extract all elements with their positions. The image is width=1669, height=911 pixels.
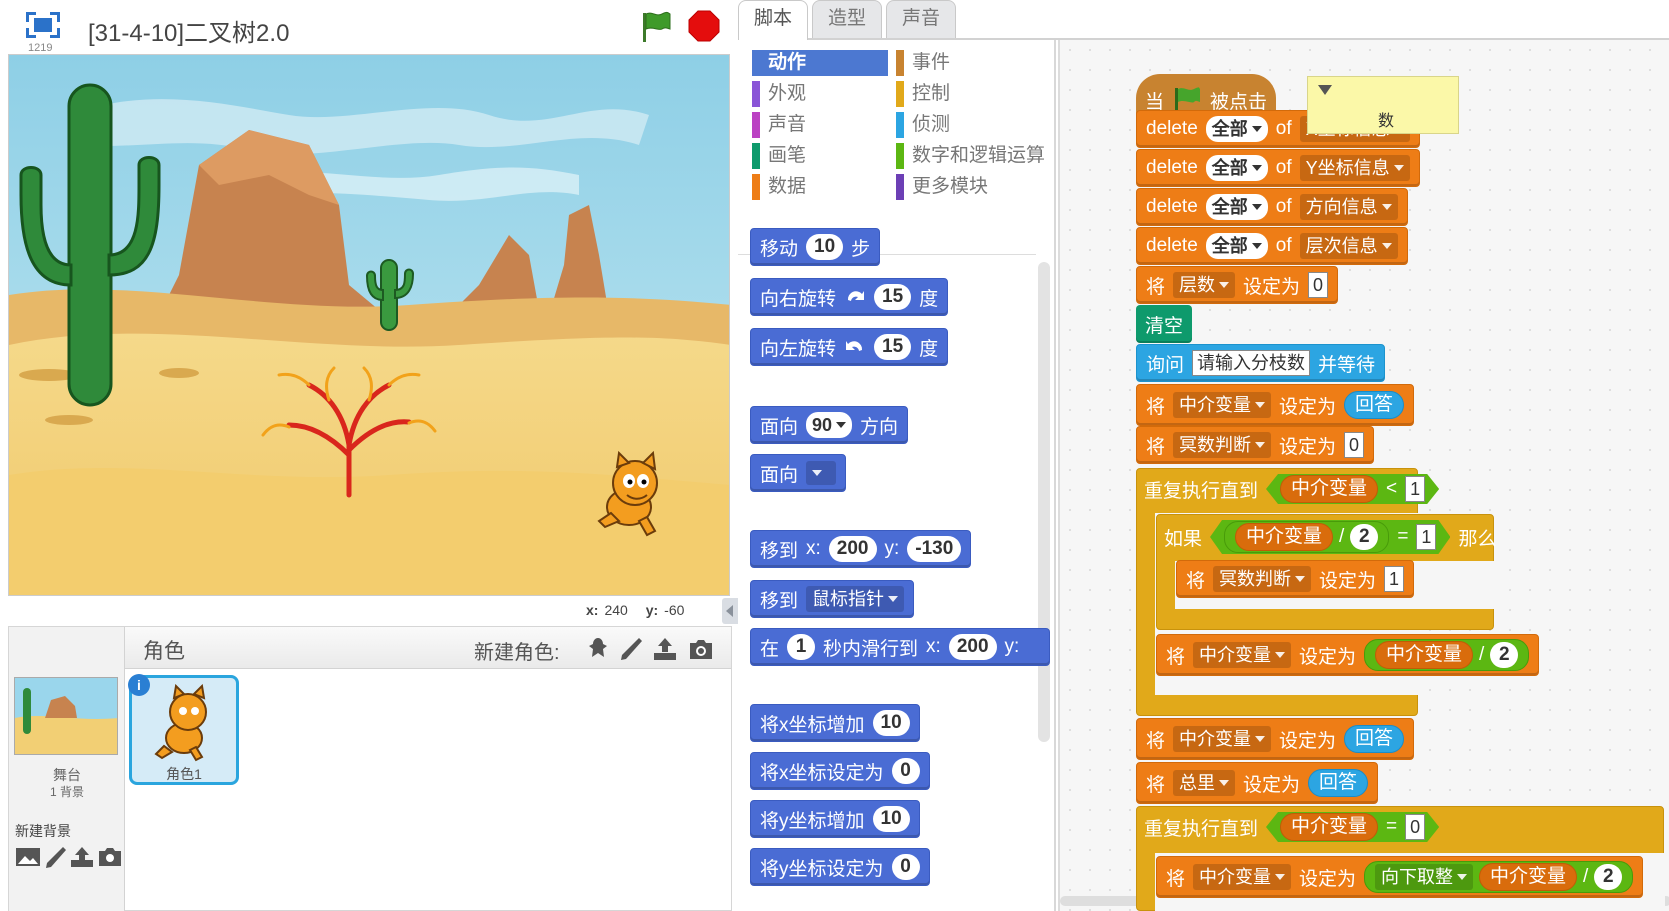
info-icon[interactable]: i (128, 674, 150, 696)
collapse-note-icon[interactable] (1318, 85, 1332, 95)
camera-backdrop-icon[interactable] (97, 845, 123, 869)
project-title[interactable]: [31-4-10]二叉树2.0 (88, 13, 289, 48)
sprites-label: 角色 (143, 640, 185, 663)
category-control[interactable]: 控制 (896, 81, 1046, 107)
block-move-steps[interactable]: 移动 10 步 (750, 228, 881, 266)
upload-icon[interactable] (651, 635, 679, 663)
paint-brush-icon[interactable] (617, 635, 645, 663)
block-set-x[interactable]: 将x坐标设定为 0 (750, 752, 930, 790)
stage-label: 舞台 (53, 767, 81, 783)
palette-scrollbar[interactable] (1038, 262, 1050, 742)
block-set-variable[interactable]: 将中介变量 设定为 中介变量/2 (1156, 634, 1540, 676)
stage-canvas[interactable] (8, 54, 730, 596)
choose-sprite-icon[interactable] (584, 635, 612, 663)
category-pen[interactable]: 画笔 (752, 143, 888, 169)
collapse-arrow-icon[interactable] (722, 598, 738, 624)
block-turn-right[interactable]: 向右旋转 15 度 (750, 278, 949, 316)
script-stack: 当被点击 delete全部ofX坐标信息 delete全部ofY坐标信息 del… (1136, 54, 1669, 911)
block-set-variable[interactable]: 将中介变量 设定为 回答 (1136, 384, 1415, 426)
paint-backdrop-icon[interactable] (43, 845, 69, 869)
desert-backdrop (9, 55, 729, 595)
block-delete-list[interactable]: delete 全部 of 层次信息 (1136, 227, 1408, 265)
sprite-pane: 角色 新建角色: 舞台 1 背景 新建背景 i 角色1 (8, 626, 732, 911)
category-sensing[interactable]: 侦测 (896, 112, 1046, 138)
backdrop-library-icon[interactable] (15, 845, 41, 869)
block-glide[interactable]: 在 1 秒内滑行到 x: 200 y: (750, 628, 1050, 666)
block-set-variable[interactable]: 将中介变量 设定为 向下取整 中介变量/2 (1156, 856, 1644, 898)
category-more-blocks[interactable]: 更多模块 (896, 174, 1046, 200)
tab-sounds[interactable]: 声音 (886, 0, 956, 38)
green-flag-icon[interactable] (640, 10, 672, 44)
block-delete-list[interactable]: delete 全部 of 方向信息 (1136, 188, 1408, 226)
block-set-variable[interactable]: 将冥数判断 设定为 0 (1136, 426, 1375, 464)
rotate-counterclockwise-icon (846, 341, 863, 351)
tab-scripts[interactable]: 脚本 (738, 0, 808, 40)
category-motion[interactable]: 动作 (752, 50, 888, 76)
new-sprite-label: 新建角色: (474, 642, 560, 664)
backdrop-count: 1 背景 (49, 785, 84, 799)
less-than-operator[interactable]: 中介变量 <1 (1266, 474, 1439, 504)
equals-operator[interactable]: 中介变量/2 = 1 (1210, 520, 1450, 554)
sprite-thumbnail[interactable]: i 角色1 (128, 674, 239, 785)
equals-operator[interactable]: 中介变量 = 0 (1266, 812, 1439, 842)
sprite-name: 角色1 (166, 766, 202, 782)
block-set-variable[interactable]: 将冥数判断 设定为 1 (1176, 560, 1415, 598)
tab-costumes[interactable]: 造型 (812, 0, 882, 38)
mouse-coordinates: x: 240 y: -60 (586, 602, 685, 618)
block-palette: 动作 外观 声音 画笔 数据 事件 控制 侦测 数字和逻辑运算 更多模块 移动 1… (738, 40, 1056, 911)
stage-panel: 1219 [31-4-10]二叉树2.0 x: 240 y: -60 角色 新建… (0, 0, 738, 911)
block-turn-left[interactable]: 向左旋转 15 度 (750, 328, 949, 366)
block-set-variable[interactable]: 将总里 设定为 回答 (1136, 762, 1379, 804)
category-operators[interactable]: 数字和逻辑运算 (896, 143, 1046, 169)
block-set-variable[interactable]: 将中介变量 设定为 回答 (1136, 718, 1415, 760)
stage-thumbnail[interactable] (14, 677, 118, 755)
block-change-x[interactable]: 将x坐标增加 10 (750, 704, 920, 742)
version-number: 1219 (28, 42, 53, 54)
upload-backdrop-icon[interactable] (69, 845, 95, 869)
repeat-until-header: 重复执行直到 中介变量 <1 (1144, 474, 1439, 504)
new-backdrop-label: 新建背景 (15, 823, 71, 839)
block-point-towards[interactable]: 面向 (750, 454, 847, 492)
category-events[interactable]: 事件 (896, 50, 1046, 76)
block-delete-list[interactable]: delete 全部 of Y坐标信息 (1136, 149, 1420, 187)
comment-text: 数 (1378, 113, 1395, 130)
comment-note[interactable]: 数 (1307, 76, 1459, 134)
repeat-until-header: 重复执行直到 中介变量 = 0 (1144, 812, 1439, 842)
category-data[interactable]: 数据 (752, 174, 888, 200)
block-set-y[interactable]: 将y坐标设定为 0 (750, 848, 930, 886)
block-point-direction[interactable]: 面向 90 方向 (750, 406, 909, 444)
stop-sign-icon[interactable] (688, 10, 720, 42)
block-goto-xy[interactable]: 移到 x: 200 y: -130 (750, 530, 972, 568)
block-set-variable[interactable]: 将层数 设定为 0 (1136, 266, 1339, 304)
rotate-clockwise-icon (847, 291, 865, 301)
block-ask-and-wait[interactable]: 询问 请输入分枝数 并等待 (1136, 344, 1386, 382)
block-goto-target[interactable]: 移到 鼠标指针 (750, 580, 915, 618)
category-sound[interactable]: 声音 (752, 112, 888, 138)
category-looks[interactable]: 外观 (752, 81, 888, 107)
fullscreen-icon[interactable] (24, 10, 62, 40)
block-change-y[interactable]: 将y坐标增加 10 (750, 800, 920, 838)
camera-icon[interactable] (687, 635, 715, 663)
stage-titlebar: 1219 [31-4-10]二叉树2.0 (0, 0, 738, 54)
if-header: 如果 中介变量/2 = 1 那么 (1164, 520, 1496, 554)
block-clear[interactable]: 清空 (1136, 305, 1193, 343)
